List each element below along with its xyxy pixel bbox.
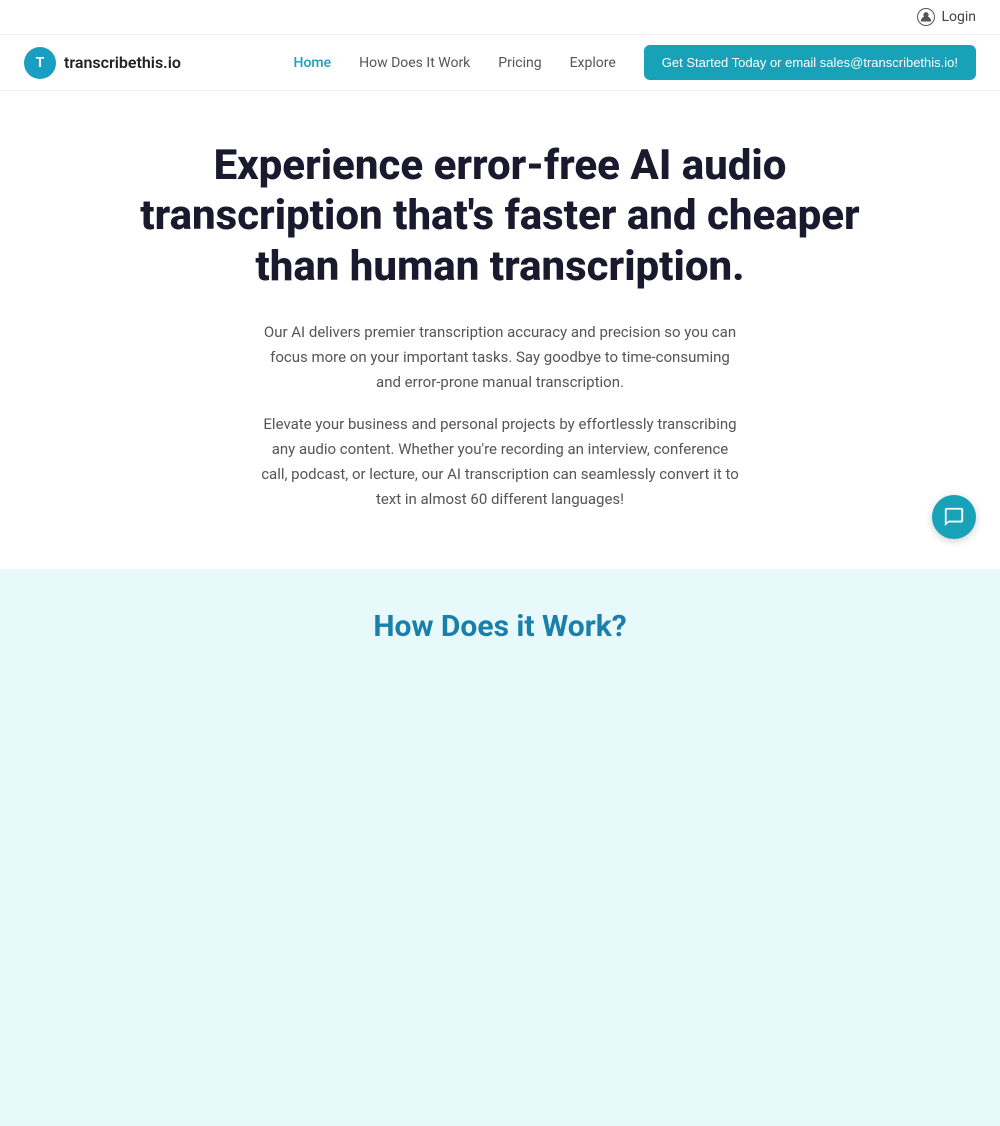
nav-how-it-works[interactable]: How Does It Work xyxy=(359,55,470,71)
nav-home[interactable]: Home xyxy=(294,55,332,71)
navbar: T transcribethis.io Home How Does It Wor… xyxy=(0,35,1000,91)
login-label: Login xyxy=(941,9,976,25)
logo[interactable]: T transcribethis.io xyxy=(24,47,181,79)
logo-icon: T xyxy=(24,47,56,79)
cta-button[interactable]: Get Started Today or email sales@transcr… xyxy=(644,45,976,80)
hero-desc-2: Elevate your business and personal proje… xyxy=(260,412,740,511)
nav-links: Home How Does It Work Pricing Explore Ge… xyxy=(294,45,976,80)
user-icon xyxy=(917,8,935,26)
how-section-title: How Does it Work? xyxy=(0,609,1000,644)
how-section: How Does it Work? xyxy=(0,569,1000,1126)
hero-desc-1: Our AI delivers premier transcription ac… xyxy=(260,320,740,394)
hero-title: Experience error-free AI audio transcrip… xyxy=(120,141,880,292)
nav-pricing[interactable]: Pricing xyxy=(498,55,541,71)
nav-explore[interactable]: Explore xyxy=(570,55,616,71)
top-bar: Login xyxy=(0,0,1000,35)
logo-text: transcribethis.io xyxy=(64,53,181,72)
chat-icon xyxy=(943,506,965,528)
login-link[interactable]: Login xyxy=(917,8,976,26)
hero-section: Experience error-free AI audio transcrip… xyxy=(0,91,1000,569)
chat-bubble-button[interactable] xyxy=(932,495,976,539)
